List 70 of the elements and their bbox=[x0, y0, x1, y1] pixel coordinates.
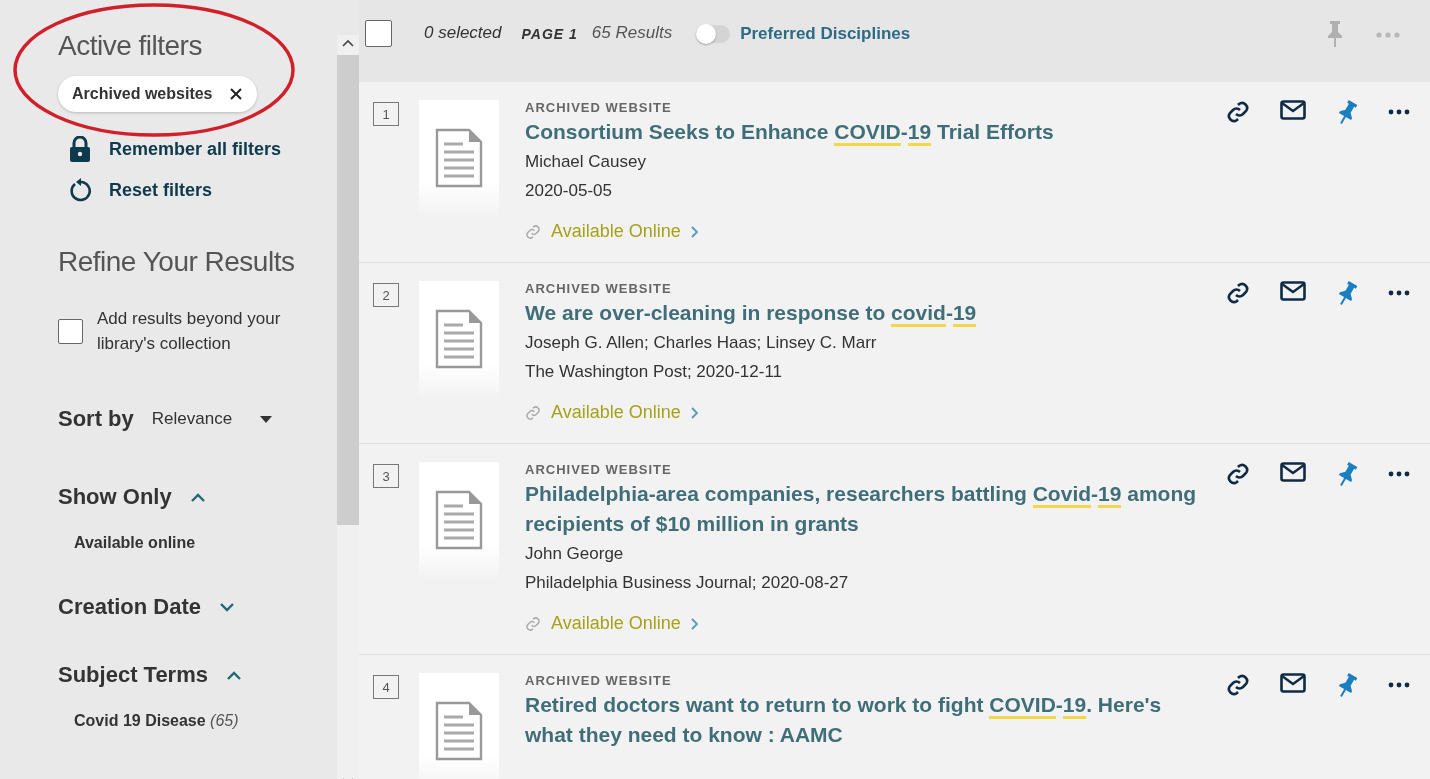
more-icon[interactable] bbox=[1388, 109, 1410, 115]
facet-section-header[interactable]: Show Only bbox=[58, 484, 206, 510]
toggle-switch[interactable] bbox=[696, 25, 731, 43]
result-title-link[interactable]: Philadelphia-area companies, researchers battling Covid-19 among recipients of $10 million in grants bbox=[525, 479, 1205, 539]
link-icon bbox=[525, 615, 541, 632]
scrollbar[interactable] bbox=[337, 35, 359, 779]
result-number: 2 bbox=[373, 283, 399, 307]
pushpin-icon[interactable] bbox=[1336, 100, 1358, 126]
remember-filters-link[interactable]: Remember all filters bbox=[109, 138, 282, 160]
caret-icon bbox=[260, 415, 273, 423]
select-all-checkbox[interactable] bbox=[365, 20, 392, 47]
sort-label: Sort by bbox=[58, 406, 134, 432]
result-number: 4 bbox=[373, 675, 399, 699]
document-icon bbox=[435, 701, 483, 761]
result-title-link[interactable]: We are over-cleaning in response to covid-19 bbox=[525, 298, 1205, 328]
result-detail: Joseph G. Allen; Charles Haas; Linsey C. Marr bbox=[525, 332, 878, 354]
email-icon[interactable] bbox=[1280, 462, 1306, 482]
link-icon bbox=[525, 223, 541, 240]
email-icon[interactable] bbox=[1280, 281, 1306, 301]
facet-section-header[interactable]: Subject Terms bbox=[58, 662, 242, 688]
result-title-link[interactable]: Consortium Seeks to Enhance COVID-19 Trial Efforts bbox=[525, 117, 1205, 147]
result-number: 3 bbox=[373, 464, 399, 488]
facet-item[interactable]: Covid 19 Disease (65) bbox=[74, 712, 337, 730]
result-detail: 2020-05-05 bbox=[525, 180, 613, 202]
facet-section-header[interactable]: Creation Date bbox=[58, 594, 236, 620]
document-icon bbox=[435, 309, 483, 369]
link-icon[interactable] bbox=[1226, 100, 1250, 124]
chevron-right-icon bbox=[690, 225, 699, 238]
toggle-label: Preferred Disciplines bbox=[740, 24, 911, 44]
reset-icon bbox=[69, 178, 91, 202]
facet-item[interactable]: Available online bbox=[74, 534, 337, 552]
link-icon[interactable] bbox=[1226, 462, 1250, 486]
link-icon[interactable] bbox=[1226, 281, 1250, 305]
results-count: 65 Results bbox=[591, 23, 673, 43]
more-icon[interactable] bbox=[1388, 290, 1410, 296]
refine-heading: Refine Your Results bbox=[58, 246, 296, 278]
active-filters-heading: Active filters bbox=[58, 30, 203, 62]
email-icon[interactable] bbox=[1280, 673, 1306, 693]
result-title-link[interactable]: Retired doctors want to return to work to fight COVID-19. Here's what they need to know : AAMC bbox=[525, 690, 1205, 750]
document-icon bbox=[435, 490, 483, 550]
link-icon[interactable] bbox=[1226, 673, 1250, 697]
scroll-up-icon bbox=[342, 39, 354, 47]
result-number: 1 bbox=[373, 102, 399, 126]
chevron-right-icon bbox=[690, 406, 699, 419]
more-icon[interactable] bbox=[1388, 471, 1410, 477]
pushpin-icon[interactable] bbox=[1336, 673, 1358, 699]
document-icon bbox=[435, 128, 483, 188]
result-detail: The Washington Post; 2020-12-11 bbox=[525, 361, 784, 383]
active-filter-chip[interactable]: Archived websites bbox=[58, 76, 257, 112]
resource-type: ARCHIVED WEBSITE bbox=[525, 673, 673, 688]
resource-type: ARCHIVED WEBSITE bbox=[525, 281, 673, 296]
page-label: PAGE 1 bbox=[521, 26, 578, 42]
checkbox-label: Add results beyond your library's collection bbox=[97, 308, 282, 355]
selected-count: 0 selected bbox=[424, 23, 502, 43]
resource-type: ARCHIVED WEBSITE bbox=[525, 100, 673, 115]
email-icon[interactable] bbox=[1280, 100, 1306, 120]
sort-dropdown[interactable]: Relevance bbox=[151, 409, 273, 429]
pushpin-icon[interactable] bbox=[1336, 281, 1358, 307]
close-icon bbox=[228, 87, 243, 101]
result-detail: Michael Causey bbox=[525, 151, 647, 173]
result-detail: John George bbox=[525, 543, 625, 565]
checkbox[interactable] bbox=[58, 318, 83, 344]
resource-type: ARCHIVED WEBSITE bbox=[525, 462, 673, 477]
lock-icon bbox=[69, 136, 91, 162]
pushpin-icon[interactable] bbox=[1336, 462, 1358, 488]
more-icon[interactable] bbox=[1388, 682, 1410, 688]
result-detail: Philadelphia Business Journal; 2020-08-27 bbox=[525, 572, 850, 594]
chevron-right-icon bbox=[690, 617, 699, 630]
reset-filters-link[interactable]: Reset filters bbox=[109, 179, 213, 201]
link-icon bbox=[525, 404, 541, 421]
